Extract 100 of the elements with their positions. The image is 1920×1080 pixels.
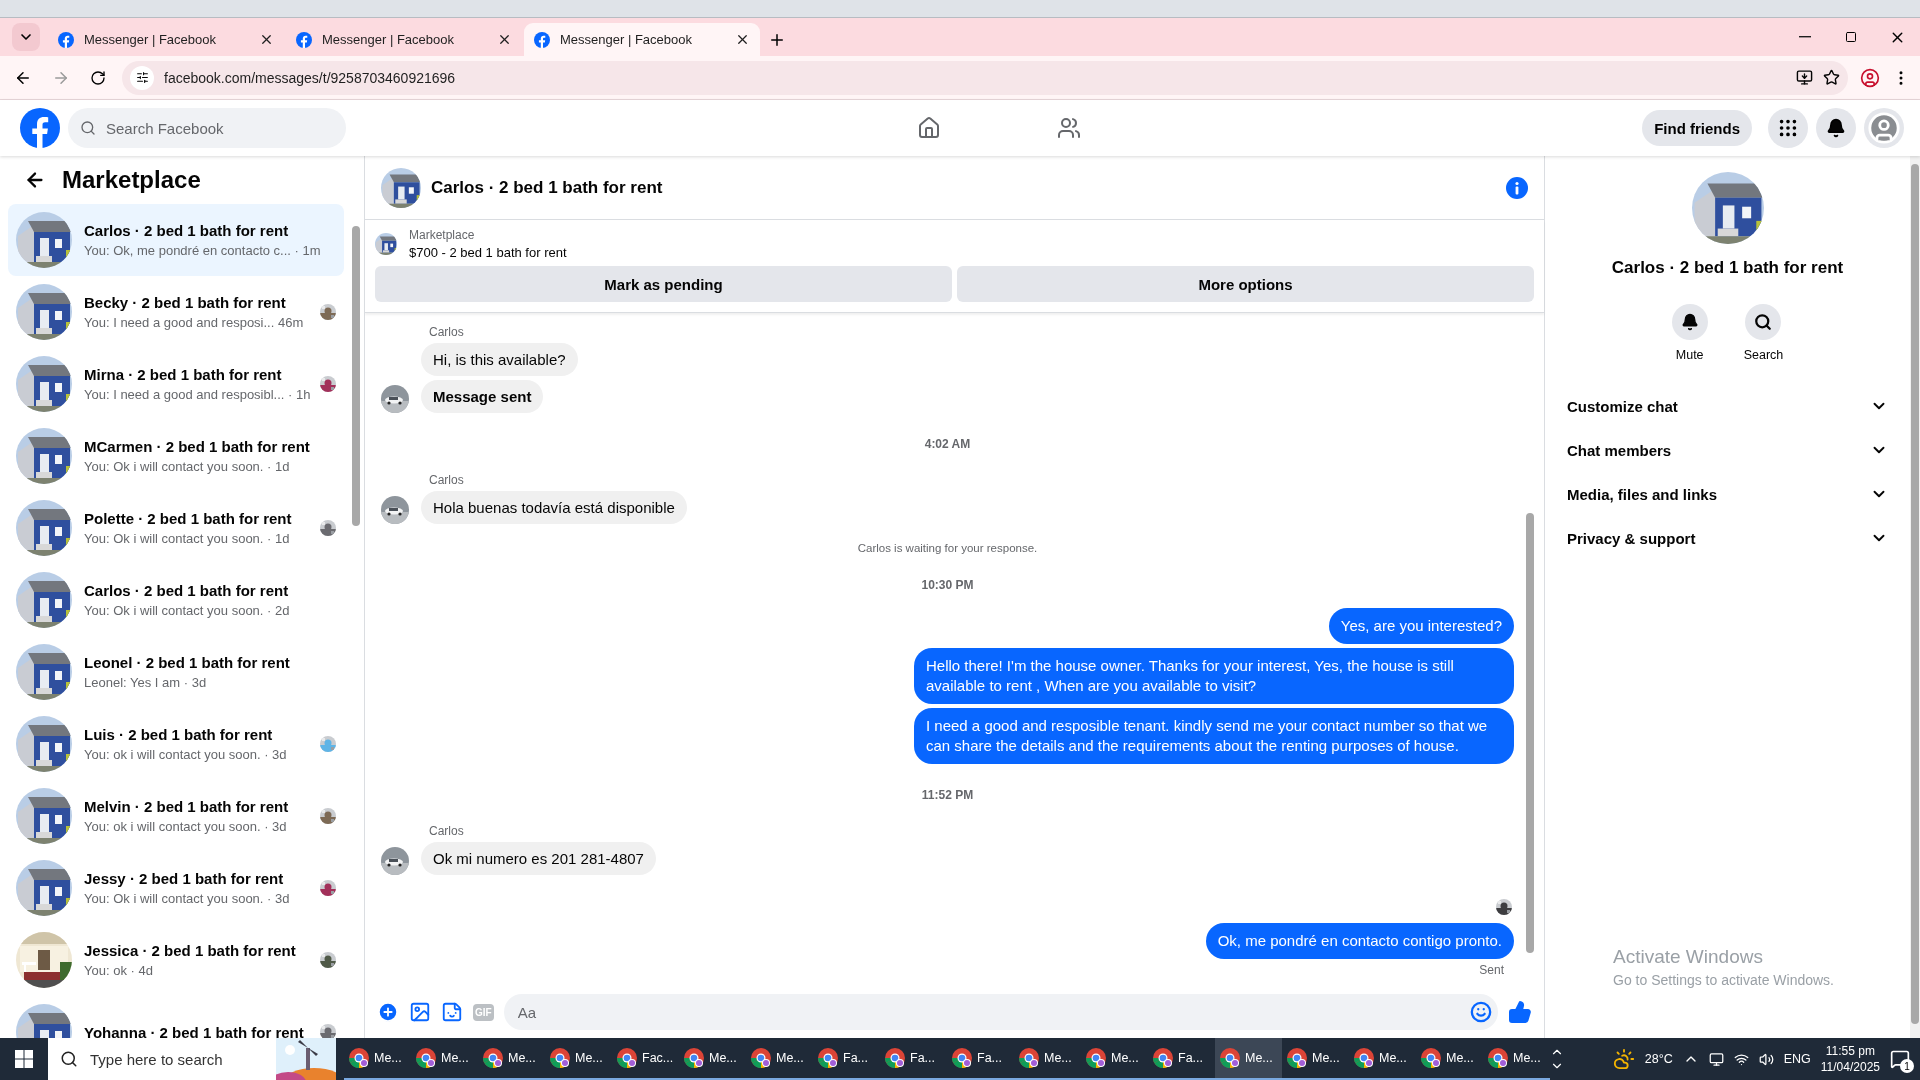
browser-icon — [817, 1047, 839, 1069]
tab-list-button[interactable] — [12, 23, 40, 51]
menu-grid-button[interactable] — [1768, 108, 1808, 148]
minimize-icon — [1799, 36, 1811, 38]
timestamp: 4:02 AM — [924, 437, 971, 451]
emoji-icon[interactable] — [1470, 1001, 1492, 1023]
waiting-notice: Carlos is waiting for your response. — [857, 542, 1038, 554]
browser-tab[interactable]: Messenger | Facebook — [524, 23, 760, 56]
scrollbar[interactable] — [1911, 164, 1919, 1024]
message-input[interactable]: Aa — [515, 1002, 1470, 1022]
info-icon[interactable] — [1506, 176, 1528, 199]
taskbar-app[interactable]: Fa... — [880, 1038, 947, 1080]
conversation-item[interactable]: Leonel · 2 bed 1 bath for rent Leonel: Yes I am · 3d — [8, 636, 344, 708]
language-indicator[interactable]: ENG — [1783, 1052, 1811, 1066]
clock[interactable]: 11:55 pm 11/04/2025 — [1820, 1044, 1880, 1074]
section-item[interactable]: Chat members — [1555, 428, 1900, 472]
message-preview: You: ok i will contact you soon. · 3d — [84, 747, 288, 762]
taskbar-app[interactable]: Me... — [1215, 1038, 1282, 1080]
taskbar-app[interactable]: Me... — [344, 1038, 411, 1080]
notifications-button[interactable] — [1816, 108, 1856, 148]
conversation-item[interactable]: Polette · 2 bed 1 bath for rent You: Ok i will contact you soon. · 1d — [8, 492, 344, 564]
conversation-item[interactable]: Luis · 2 bed 1 bath for rent You: ok i will contact you soon. · 3d — [8, 708, 344, 780]
taskbar-app[interactable]: Me... — [1014, 1038, 1081, 1080]
sidebar-title: Marketplace — [62, 166, 201, 194]
conversation-name: Jessy · 2 bed 1 bath for rent — [84, 870, 285, 887]
browser-tab[interactable]: Messenger | Facebook — [48, 23, 284, 56]
message-field[interactable]: Aa — [503, 994, 1498, 1030]
add-icon[interactable] — [377, 1001, 399, 1023]
taskbar-app[interactable]: Me... — [1416, 1038, 1483, 1080]
message-bubble: Yes, are you interested? — [1328, 608, 1514, 644]
facebook-logo-icon[interactable] — [20, 108, 60, 148]
message-bubble: Hello there! I'm the house owner. Thanks for your interest, Yes, the house is still available to rent , When are you available to visit? — [914, 648, 1514, 704]
section-item[interactable]: Media, files and links — [1555, 472, 1900, 516]
image-icon[interactable] — [409, 1001, 431, 1023]
conversation-name: Mirna · 2 bed 1 bath for rent — [84, 366, 283, 383]
conversation-item[interactable]: MCarmen · 2 bed 1 bath for rent You: Ok i will contact you soon. · 1d — [8, 420, 344, 492]
browser-tab[interactable]: Messenger | Facebook — [286, 23, 522, 56]
message-bubble: Ok mi numero es 201 281-4807 — [421, 842, 656, 875]
install-icon[interactable] — [1796, 69, 1813, 86]
account-button[interactable] — [1864, 108, 1904, 148]
search-input[interactable]: Search Facebook — [104, 118, 334, 138]
conversation-item[interactable]: Jessy · 2 bed 1 bath for rent You: Ok i will contact you soon. · 3d — [8, 852, 344, 924]
volume-icon[interactable] — [1758, 1051, 1774, 1067]
bookmark-star-icon[interactable] — [1823, 69, 1840, 86]
taskbar-app[interactable]: Me... — [1081, 1038, 1148, 1080]
close-icon[interactable] — [259, 32, 274, 47]
message-preview: Leonel: Yes I am · 3d — [84, 675, 208, 690]
taskbar-app[interactable]: Fac... — [612, 1038, 679, 1080]
network-icon[interactable] — [1733, 1051, 1749, 1067]
reload-icon — [90, 69, 106, 86]
browser-icon — [1353, 1047, 1375, 1069]
conversation-item[interactable]: Melvin · 2 bed 1 bath for rent You: ok i will contact you soon. · 3d — [8, 780, 344, 852]
browser-icon — [549, 1047, 571, 1069]
taskbar-app[interactable]: Fa... — [813, 1038, 880, 1080]
taskbar-app[interactable]: Me... — [545, 1038, 612, 1080]
search-field[interactable]: Search Facebook — [68, 108, 346, 148]
conversation-item[interactable]: Jessica · 2 bed 1 bath for rent You: ok · 4d — [8, 924, 344, 996]
device-icon[interactable] — [1708, 1051, 1724, 1067]
conversation-item[interactable]: Mirna · 2 bed 1 bath for rent You: I need a good and resposibl... · 1h — [8, 348, 344, 420]
conversation-item[interactable]: Carlos · 2 bed 1 bath for rent You: Ok, me pondré en contacto c... · 1m — [8, 204, 344, 276]
profile-icon[interactable] — [1860, 67, 1880, 88]
taskbar-search-field[interactable]: Type here to search — [48, 1038, 336, 1080]
conversation-name: Carlos · 2 bed 1 bath for rent — [84, 222, 290, 239]
close-icon[interactable] — [497, 32, 512, 47]
mark-pending-button[interactable]: Mark as pending — [375, 266, 952, 302]
like-icon[interactable] — [1508, 1000, 1532, 1024]
taskbar-app[interactable]: Me... — [478, 1038, 545, 1080]
find-friends-button[interactable]: Find friends — [1642, 110, 1752, 146]
bell-icon — [1680, 313, 1699, 331]
search-icon — [1754, 313, 1773, 331]
scrollbar[interactable] — [1526, 513, 1534, 953]
taskbar-app[interactable]: Me... — [1349, 1038, 1416, 1080]
address-bar[interactable]: facebook.com/messages/t/9258703460921696 — [122, 60, 1848, 95]
facebook-logo-icon[interactable] — [534, 31, 550, 48]
taskbar-app[interactable]: Me... — [1282, 1038, 1349, 1080]
taskbar-search-input[interactable]: Type here to search — [88, 1049, 266, 1069]
message-preview: You: Ok i will contact you soon. · 1d — [84, 459, 291, 474]
site-settings-button[interactable] — [130, 65, 154, 90]
contact-name: Carlos · 2 bed 1 bath for rent — [1611, 258, 1844, 278]
weather-icon[interactable] — [1612, 1048, 1635, 1070]
sticker-icon[interactable] — [441, 1001, 463, 1023]
speech-bubble-icon — [1890, 1049, 1910, 1069]
section-item[interactable]: Customize chat — [1555, 384, 1900, 428]
section-item[interactable]: Privacy & support — [1555, 516, 1900, 560]
taskbar-app[interactable]: Me... — [746, 1038, 813, 1080]
conversation-item[interactable]: Becky · 2 bed 1 bath for rent You: I need a good and resposi... 46m — [8, 276, 344, 348]
sender-name: Carlos — [429, 473, 464, 487]
browser-icon — [415, 1047, 437, 1069]
taskbar-app[interactable]: Me... — [411, 1038, 478, 1080]
new-tab-button[interactable] — [768, 31, 786, 49]
taskbar-app[interactable]: Fa... — [947, 1038, 1014, 1080]
taskbar-app[interactable]: Me... — [1483, 1038, 1550, 1080]
facebook-logo-icon[interactable] — [296, 31, 312, 48]
taskbar-app[interactable]: Me... — [679, 1038, 746, 1080]
conversation-item[interactable]: Carlos · 2 bed 1 bath for rent You: Ok i will contact you soon. · 2d — [8, 564, 344, 636]
browser-icon — [1152, 1047, 1174, 1069]
close-icon[interactable] — [735, 32, 750, 47]
facebook-logo-icon[interactable] — [58, 31, 74, 48]
scrollbar[interactable] — [352, 226, 360, 526]
more-options-button[interactable]: More options — [957, 266, 1534, 302]
